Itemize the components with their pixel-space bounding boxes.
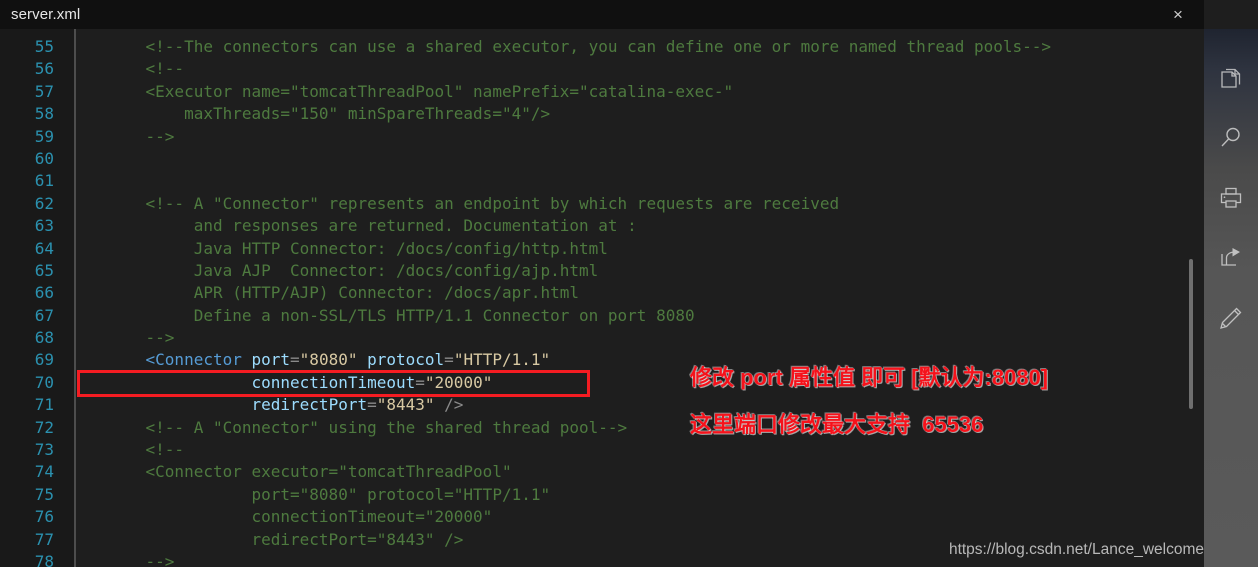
line-number: 71	[34, 395, 54, 415]
equals: =	[444, 350, 454, 370]
code-line-55: <!--The connectors can use a shared exec…	[107, 36, 1204, 58]
xml-comment: <Connector executor="tomcatThreadPool"	[107, 462, 512, 482]
xml-comment: connectionTimeout="20000"	[107, 507, 493, 527]
line-number: 78	[34, 551, 54, 567]
line-number: 77	[34, 529, 54, 549]
line-number: 69	[34, 350, 54, 370]
code-line-65: Java AJP Connector: /docs/config/ajp.htm…	[107, 260, 1204, 282]
value-port: "8080"	[299, 350, 358, 370]
value-redirect-port: "8443"	[376, 395, 435, 415]
xml-comment: Java AJP Connector: /docs/config/ajp.htm…	[107, 260, 599, 280]
line-number: 60	[34, 148, 54, 168]
edit-icon[interactable]	[1214, 301, 1248, 335]
code-line-74: <Connector executor="tomcatThreadPool"	[107, 461, 1204, 483]
code-line-62: <!-- A "Connector" represents an endpoin…	[107, 193, 1204, 215]
line-number: 74	[34, 462, 54, 482]
line-number: 63	[34, 216, 54, 236]
code-line-73: <!--	[107, 439, 1204, 461]
xml-comment: redirectPort="8443" />	[107, 529, 464, 549]
equals: =	[367, 395, 377, 415]
xml-comment: maxThreads="150" minSpareThreads="4"/>	[107, 104, 551, 124]
xml-comment: Define a non-SSL/TLS HTTP/1.1 Connector …	[107, 305, 695, 325]
annotation-max-port-hint: 这里端口修改最大支持 65536	[690, 412, 984, 437]
xml-comment: <!-- A "Connector" using the shared thre…	[107, 417, 628, 437]
code-line-68: -->	[107, 327, 1204, 349]
code-line-66: APR (HTTP/AJP) Connector: /docs/apr.html	[107, 282, 1204, 304]
line-number: 55	[34, 37, 54, 56]
code-line-58: maxThreads="150" minSpareThreads="4"/>	[107, 103, 1204, 125]
line-number: 66	[34, 283, 54, 303]
tab-title[interactable]: server.xml	[0, 6, 80, 23]
line-number: 64	[34, 238, 54, 258]
line-number: 58	[34, 104, 54, 124]
watermark-url: https://blog.csdn.net/Lance_welcome	[948, 541, 1204, 558]
xml-comment: <!-- A "Connector" represents an endpoin…	[107, 193, 840, 213]
xml-comment: <!--The connectors can use a shared exec…	[107, 37, 1052, 56]
line-number: 73	[34, 440, 54, 460]
line-number: 61	[34, 171, 54, 191]
copy-icon[interactable]	[1214, 61, 1248, 95]
body-row: 55 56 57 58 59 60 61 62 63 64 65 66 67 6…	[0, 29, 1258, 567]
xml-comment: -->	[107, 328, 175, 348]
xml-comment: and responses are returned. Documentatio…	[107, 216, 637, 236]
code-content[interactable]: <!--The connectors can use a shared exec…	[76, 29, 1204, 567]
code-line-63: and responses are returned. Documentatio…	[107, 215, 1204, 237]
xml-comment: <Executor name="tomcatThreadPool" namePr…	[107, 81, 734, 101]
equals: =	[415, 372, 425, 392]
xml-comment: APR (HTTP/AJP) Connector: /docs/apr.html	[107, 283, 580, 303]
code-line-71: redirectPort="8443" />	[107, 394, 1204, 416]
attr-connection-timeout: connectionTimeout	[251, 372, 416, 392]
line-number: 67	[34, 305, 54, 325]
code-editor[interactable]: 55 56 57 58 59 60 61 62 63 64 65 66 67 6…	[0, 29, 1204, 567]
line-number: 70	[34, 372, 54, 392]
attr-port: port	[241, 350, 291, 370]
self-closing-bracket: />	[434, 395, 464, 415]
xml-comment: -->	[107, 126, 175, 146]
value-protocol: "HTTP/1.1"	[453, 350, 551, 370]
attr-redirect-port: redirectPort	[251, 395, 368, 415]
right-toolbar	[1204, 29, 1258, 567]
line-number: 75	[34, 484, 54, 504]
value-connection-timeout: "20000"	[424, 372, 493, 392]
close-icon[interactable]: ×	[1162, 0, 1194, 29]
line-number: 76	[34, 507, 54, 527]
scrollbar-thumb[interactable]	[1189, 259, 1193, 409]
line-number: 59	[34, 126, 54, 146]
code-line-57: <Executor name="tomcatThreadPool" namePr…	[107, 81, 1204, 103]
xml-comment: <!--	[107, 59, 185, 79]
search-icon[interactable]	[1214, 121, 1248, 155]
vertical-scrollbar[interactable]	[1184, 29, 1198, 567]
line-number: 72	[34, 417, 54, 437]
code-viewer-window: server.xml × 55 56 57 58 59 60 61 62 63 …	[0, 0, 1258, 567]
print-icon[interactable]	[1214, 181, 1248, 215]
line-number: 57	[34, 81, 54, 101]
title-bar: server.xml ×	[0, 0, 1204, 29]
code-line-59: -->	[107, 126, 1204, 148]
xml-comment: <!--	[107, 440, 185, 460]
code-line-56: <!--	[107, 58, 1204, 80]
share-icon[interactable]	[1214, 241, 1248, 275]
line-number-gutter: 55 56 57 58 59 60 61 62 63 64 65 66 67 6…	[0, 29, 76, 567]
xml-tag-connector: <Connector	[145, 350, 242, 370]
xml-comment: Java HTTP Connector: /docs/config/http.h…	[107, 238, 608, 258]
code-line-75: port="8080" protocol="HTTP/1.1"	[107, 484, 1204, 506]
line-number: 62	[34, 193, 54, 213]
line-number: 65	[34, 260, 54, 280]
line-number: 56	[34, 59, 54, 79]
xml-comment: port="8080" protocol="HTTP/1.1"	[107, 484, 551, 504]
attr-protocol: protocol	[357, 350, 445, 370]
code-line-64: Java HTTP Connector: /docs/config/http.h…	[107, 238, 1204, 260]
equals: =	[290, 350, 300, 370]
line-number: 68	[34, 328, 54, 348]
code-line-76: connectionTimeout="20000"	[107, 506, 1204, 528]
code-line-72: <!-- A "Connector" using the shared thre…	[107, 417, 1204, 439]
code-line-67: Define a non-SSL/TLS HTTP/1.1 Connector …	[107, 305, 1204, 327]
annotation-port-hint: 修改 port 属性值 即可 [默认为:8080]	[690, 365, 1049, 390]
xml-comment: -->	[107, 551, 175, 567]
